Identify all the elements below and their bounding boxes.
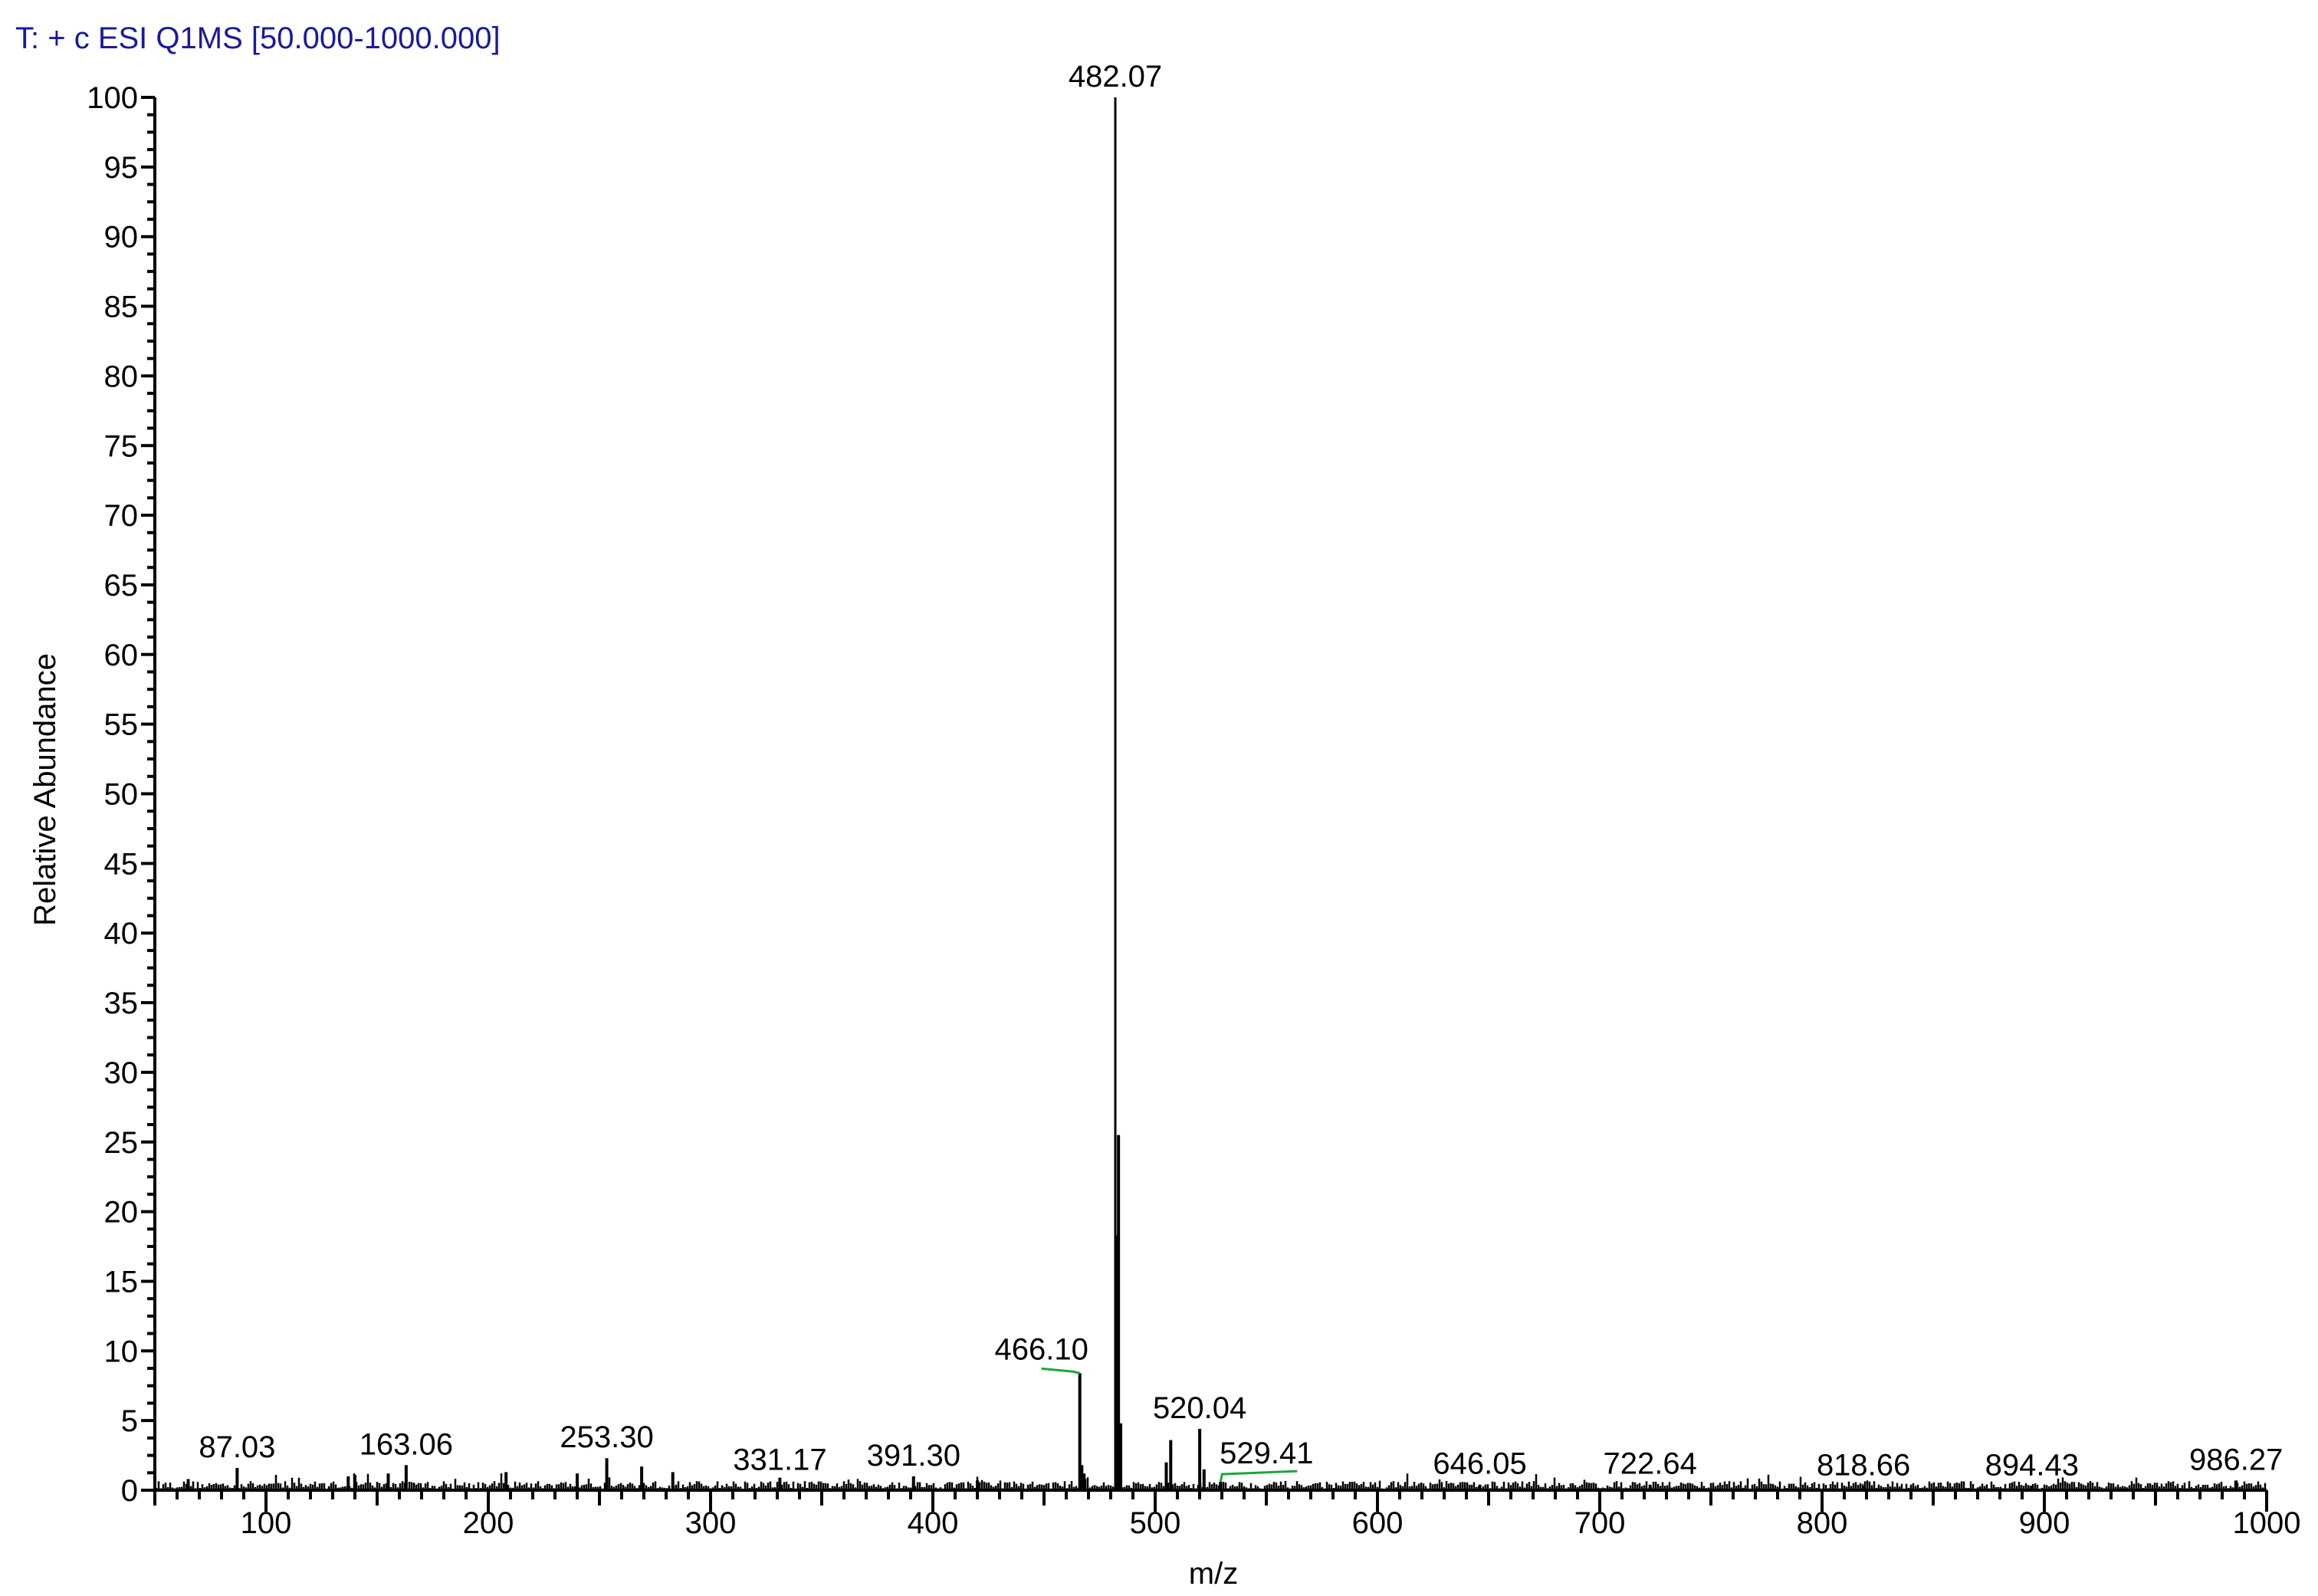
y-tick-label: 25 [104, 1126, 139, 1160]
peak-label: 529.41 [1220, 1437, 1313, 1470]
y-tick-label: 60 [104, 639, 139, 672]
x-tick-label: 300 [685, 1506, 737, 1540]
peak-label: 87.03 [199, 1430, 275, 1464]
y-tick-label: 15 [104, 1265, 139, 1299]
peak-label: 331.17 [733, 1443, 826, 1477]
baseline-noise [155, 1473, 2267, 1490]
peak-label: 520.04 [1153, 1391, 1246, 1425]
y-tick-label: 100 [87, 81, 138, 115]
label-connector [1219, 1470, 1298, 1483]
x-tick-label: 900 [2019, 1506, 2070, 1540]
y-tick-label: 45 [104, 847, 139, 881]
peak-label: 482.07 [1069, 60, 1162, 94]
x-tick-label: 800 [1797, 1506, 1848, 1540]
x-axis-label: m/z [1189, 1557, 1238, 1591]
y-tick-label: 0 [121, 1474, 138, 1508]
y-tick-label: 65 [104, 569, 139, 603]
y-tick-label: 40 [104, 917, 139, 951]
y-tick-label: 55 [104, 708, 139, 742]
y-tick-label: 30 [104, 1056, 139, 1090]
axes: 0 5 10 15 20 25 30 35 40 45 50 55 60 65 70 75 80 85 90 95 10… [87, 81, 2300, 1540]
x-tick-label: 100 [241, 1506, 292, 1540]
y-tick-label: 95 [104, 151, 139, 185]
y-tick-label: 90 [104, 221, 139, 255]
y-tick-label: 70 [104, 499, 139, 533]
mass-spectrum-chart: 0 5 10 15 20 25 30 35 40 45 50 55 60 65 70 75 80 85 90 95 10… [28, 60, 2300, 1591]
peak-label: 253.30 [560, 1420, 653, 1454]
y-tick-label: 80 [104, 360, 139, 393]
y-tick-label: 20 [104, 1196, 139, 1230]
y-tick-label: 5 [121, 1404, 138, 1438]
peak-label: 986.27 [2189, 1443, 2283, 1476]
x-tick-label: 400 [908, 1506, 959, 1540]
x-tick-label: 200 [463, 1506, 514, 1540]
noise-path [155, 1473, 2267, 1490]
peak-label: 466.10 [995, 1332, 1088, 1366]
x-tick-label: 1000 [2233, 1506, 2301, 1540]
peak-label: 818.66 [1817, 1449, 1910, 1483]
y-tick-label: 35 [104, 987, 139, 1020]
y-tick-label: 75 [104, 429, 139, 463]
x-tick-label: 700 [1574, 1506, 1626, 1540]
y-tick-label: 85 [104, 291, 139, 324]
peak-label: 391.30 [867, 1439, 960, 1473]
peaks [186, 97, 2238, 1490]
x-tick-label: 600 [1352, 1506, 1404, 1540]
peak-label: 163.06 [360, 1427, 453, 1461]
peak-label: 722.64 [1603, 1447, 1696, 1481]
y-tick-label: 50 [104, 778, 139, 812]
y-axis-label: Relative Abundance [28, 653, 62, 926]
x-tick-label: 500 [1130, 1506, 1181, 1540]
y-tick-label: 10 [104, 1335, 139, 1368]
peak-label: 646.05 [1433, 1447, 1526, 1481]
peak-label: 894.43 [1985, 1449, 2079, 1483]
label-connector [1041, 1367, 1081, 1374]
peak-labels: 87.03 163.06 253.30 331.17 391.30 466.10 482.0… [199, 60, 2283, 1483]
